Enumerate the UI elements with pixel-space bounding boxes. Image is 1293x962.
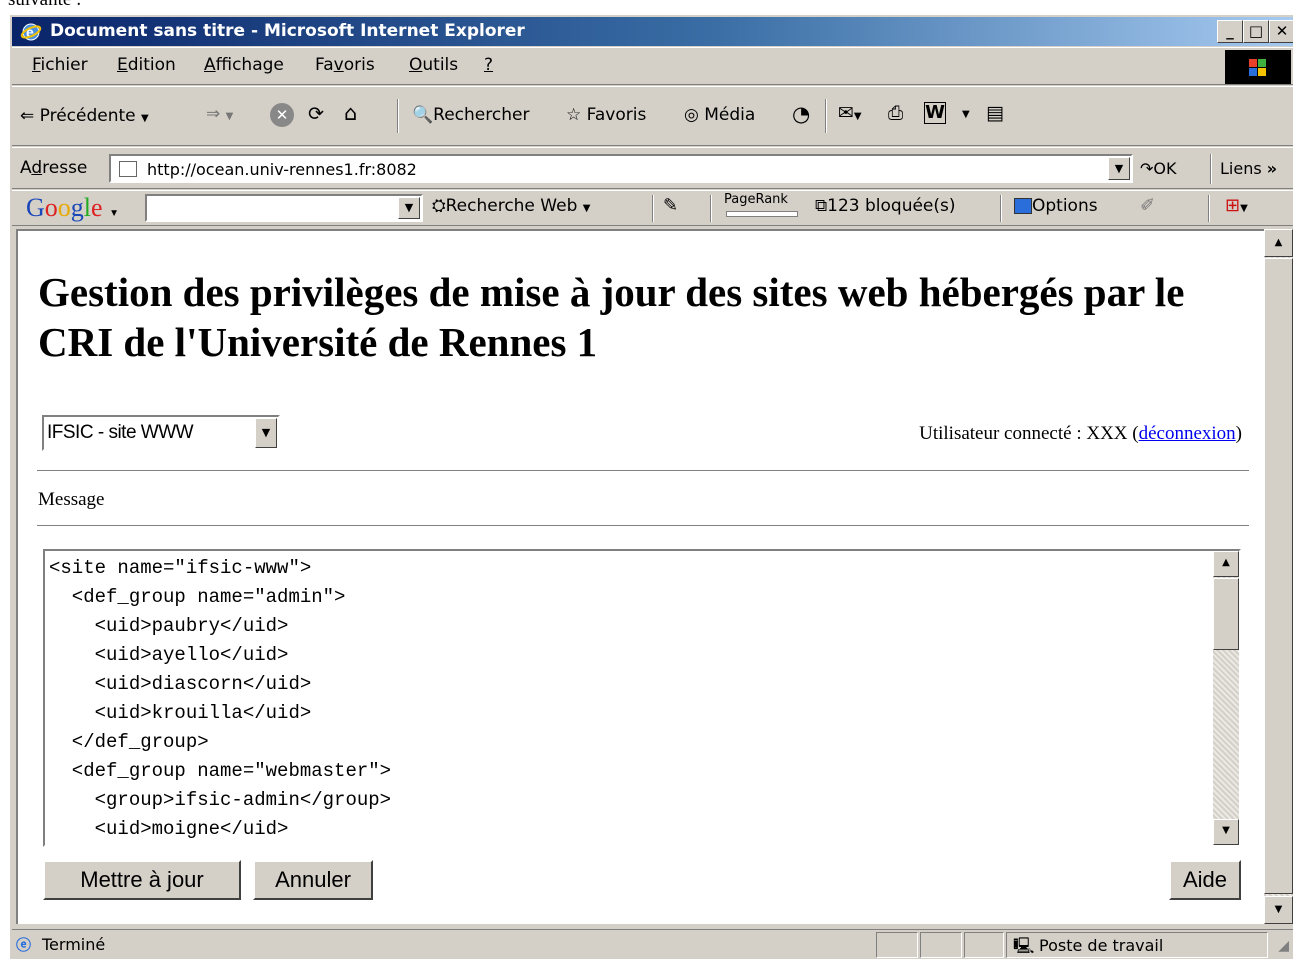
toolbar-separator — [1208, 195, 1210, 222]
back-button[interactable]: ⇐ Précédente ▼ — [20, 106, 149, 126]
home-icon[interactable]: ⌂ — [344, 101, 357, 125]
toolbar-separator — [1210, 154, 1212, 184]
toolbar-separator — [397, 99, 399, 133]
page-done-icon: ⓔ — [16, 936, 32, 954]
chevron-down-icon[interactable]: ▼ — [962, 109, 970, 120]
status-panel — [876, 932, 918, 958]
web-search-button[interactable]: ⛭Recherche Web ▼ — [432, 196, 590, 216]
search-button[interactable]: 🔍Rechercher — [412, 105, 529, 125]
pagerank-bar — [726, 211, 798, 217]
zone-panel: 🖳 Poste de travail — [1006, 932, 1268, 958]
status-panel — [920, 932, 962, 958]
divider — [37, 470, 1249, 472]
mail-icon[interactable]: ✉▼ — [838, 102, 862, 124]
cancel-button[interactable]: Annuler — [253, 860, 373, 900]
menu-view[interactable]: Affichage — [204, 55, 284, 75]
close-button[interactable]: ✕ — [1269, 20, 1293, 43]
menu-file[interactable]: Fichier — [32, 55, 88, 75]
google-toolbar: Google ▼ ▼ ⛭Recherche Web ▼ ✎ PageRank ⧉… — [12, 190, 1293, 226]
message-label: Message — [38, 489, 105, 510]
favorites-button[interactable]: ☆ Favoris — [566, 105, 646, 125]
toolbar-separator — [825, 99, 827, 133]
history-icon[interactable]: ◔ — [792, 102, 810, 126]
divider — [37, 525, 1249, 527]
status-panel — [964, 932, 1004, 958]
search-icon: 🔍 — [412, 105, 434, 125]
chevron-down-icon: ▼ — [109, 208, 119, 219]
scroll-thumb[interactable] — [1213, 578, 1239, 650]
toolbar-separator — [652, 195, 654, 222]
menu-tools[interactable]: Outils — [409, 55, 458, 75]
window-title: Document sans titre - Microsoft Internet… — [50, 21, 525, 41]
google-search-dropdown[interactable]: ▼ — [398, 197, 420, 219]
popup-blocker-button[interactable]: ⧉123 bloquée(s) — [815, 196, 956, 216]
cut-off-text: suivante : — [8, 0, 81, 11]
toolbar-separator — [710, 195, 712, 222]
scroll-down-arrow-icon[interactable]: ▼ — [1213, 819, 1239, 845]
popup-blocker-icon: ⧉ — [815, 196, 828, 216]
textarea-scrollbar[interactable]: ▲ ▼ — [1213, 551, 1239, 845]
refresh-icon[interactable]: ⟳ — [308, 103, 324, 125]
menu-help[interactable]: ? — [484, 55, 493, 75]
scroll-up-arrow-icon[interactable]: ▲ — [1213, 551, 1239, 577]
standard-toolbar: ⇐ Précédente ▼ ⇒ ▼ ✕ ⟳ ⌂ 🔍Rechercher ☆ F… — [12, 86, 1293, 146]
discuss-icon[interactable]: ▤ — [986, 102, 1004, 124]
chevron-down-icon: ▼ — [141, 113, 149, 124]
site-select[interactable]: IFSIC - site WWW ▼ — [42, 415, 280, 451]
address-bar: Adresse http://ocean.univ-rennes1.fr:808… — [12, 147, 1293, 189]
links-button[interactable]: Liens » — [1220, 159, 1277, 178]
computer-icon: 🖳 — [1013, 936, 1035, 955]
news-icon[interactable]: ✎ — [663, 195, 678, 216]
maximize-button[interactable]: □ — [1243, 20, 1269, 43]
page-icon — [119, 161, 137, 177]
google-search-input[interactable]: ▼ — [145, 194, 423, 222]
forward-button[interactable]: ⇒ ▼ — [206, 104, 233, 124]
back-arrow-icon: ⇐ — [20, 106, 35, 126]
chevron-right-icon: » — [1266, 159, 1278, 178]
status-bar: ⓔ Terminé 🖳 Poste de travail ◢ — [12, 929, 1293, 959]
favorites-icon: ☆ — [566, 105, 582, 125]
media-icon: ◎ — [684, 105, 699, 125]
page-scrollbar[interactable]: ▲ ▼ — [1264, 229, 1293, 924]
go-arrow-icon: ↷ — [1140, 159, 1154, 178]
binoculars-icon: ⛭ — [432, 196, 446, 216]
print-icon[interactable]: ⎙ — [888, 102, 903, 124]
word-edit-icon[interactable]: W — [924, 102, 946, 124]
windows-logo-icon — [1225, 50, 1291, 84]
toolbar-separator — [1000, 195, 1002, 222]
menu-favorites[interactable]: Favoris — [315, 55, 375, 75]
go-button[interactable]: ↷OK — [1140, 159, 1177, 178]
address-dropdown-button[interactable]: ▼ — [1108, 157, 1130, 180]
resize-grip-icon[interactable]: ◢ — [1278, 938, 1289, 954]
site-select-dropdown-button[interactable]: ▼ — [255, 418, 277, 448]
pagerank-label: PageRank — [724, 192, 788, 207]
page-title: Gestion des privilèges de mise à jour de… — [38, 269, 1185, 365]
scroll-thumb[interactable] — [1264, 258, 1293, 894]
help-button[interactable]: Aide — [1169, 860, 1241, 900]
page-content: Gestion des privilèges de mise à jour de… — [16, 229, 1264, 924]
media-button[interactable]: ◎ Média — [684, 105, 755, 125]
scroll-down-arrow-icon[interactable]: ▼ — [1264, 896, 1293, 924]
menu-edit[interactable]: Edition — [117, 55, 176, 75]
xml-textarea[interactable]: <site name="ifsic-www"> <def_group name=… — [43, 549, 1241, 847]
update-button[interactable]: Mettre à jour — [43, 860, 241, 900]
internet-explorer-icon: e — [20, 23, 42, 41]
minimize-button[interactable]: _ — [1217, 20, 1243, 43]
logout-link[interactable]: déconnexion — [1139, 423, 1236, 444]
options-icon — [1014, 198, 1032, 214]
menu-bar: Fichier Edition Affichage Favoris Outils… — [12, 47, 1293, 85]
acrobat-icon[interactable]: ⊞▼ — [1225, 195, 1248, 216]
stop-icon[interactable]: ✕ — [270, 103, 294, 127]
options-button[interactable]: Options — [1014, 196, 1098, 216]
address-field[interactable]: http://ocean.univ-rennes1.fr:8082 ▼ — [109, 154, 1133, 183]
highlight-pen-icon[interactable]: ✐ — [1140, 195, 1155, 216]
status-text: Terminé — [42, 935, 106, 954]
address-label: Adresse — [20, 158, 88, 178]
scroll-up-arrow-icon[interactable]: ▲ — [1264, 229, 1293, 257]
title-bar[interactable]: e Document sans titre - Microsoft Intern… — [12, 17, 1293, 46]
google-logo-button[interactable]: Google ▼ — [26, 193, 119, 223]
user-status: Utilisateur connecté : XXX (déconnexion) — [919, 423, 1242, 444]
